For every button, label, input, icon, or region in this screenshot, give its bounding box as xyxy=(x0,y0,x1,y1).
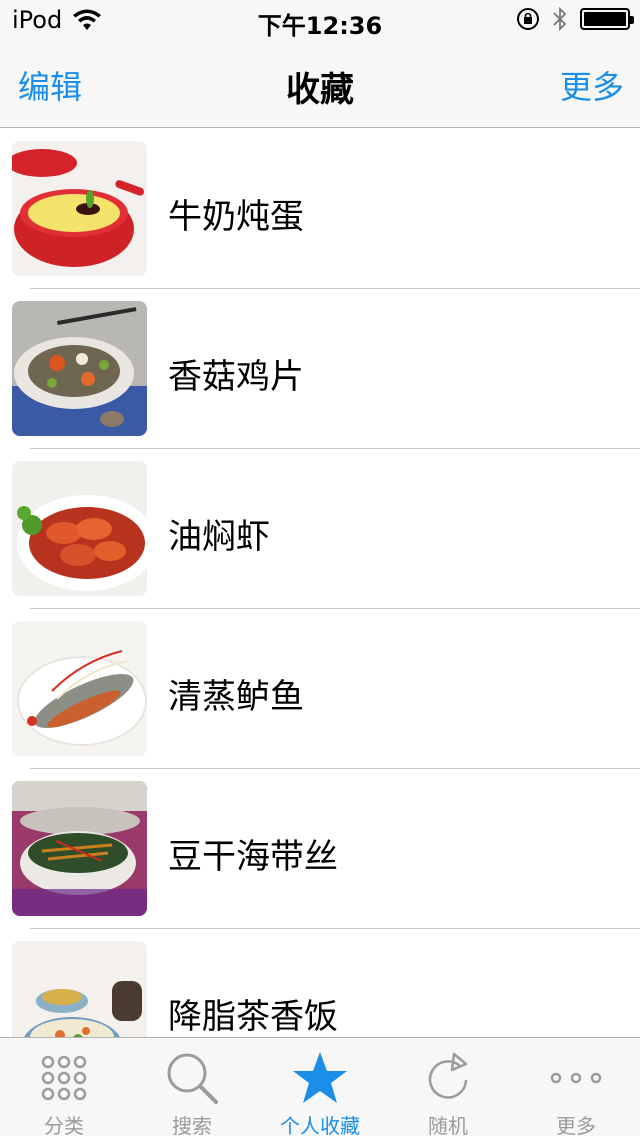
more-button[interactable]: 更多 xyxy=(560,62,624,108)
list-item[interactable]: 清蒸鲈鱼 xyxy=(0,609,640,769)
tab-label: 搜索 xyxy=(172,1114,212,1136)
tea-rice-photo xyxy=(12,941,147,1037)
steamed-milk-egg-photo xyxy=(12,141,147,276)
more-dots-icon xyxy=(550,1072,602,1084)
star-icon xyxy=(293,1052,347,1103)
steamed-bass-photo xyxy=(12,621,147,756)
recipe-name: 清蒸鲈鱼 xyxy=(168,677,304,717)
tofu-kelp-salad-photo xyxy=(12,781,147,916)
recipe-name: 降脂茶香饭 xyxy=(168,997,338,1037)
tab-more[interactable]: 更多 xyxy=(512,1038,640,1136)
list-item[interactable]: 油焖虾 xyxy=(0,449,640,609)
list-item[interactable]: 降脂茶香饭 xyxy=(0,929,640,1037)
refresh-icon xyxy=(428,1052,468,1099)
tab-categories[interactable]: 分类 xyxy=(0,1038,128,1136)
mushroom-chicken-photo xyxy=(12,301,147,436)
tab-bar: 分类 搜索 个人收藏 随机 更多 xyxy=(0,1037,640,1136)
list-item[interactable]: 豆干海带丝 xyxy=(0,769,640,929)
list-item[interactable]: 香菇鸡片 xyxy=(0,289,640,449)
recipe-name: 牛奶炖蛋 xyxy=(168,197,304,237)
recipe-name: 香菇鸡片 xyxy=(168,357,304,397)
navigation-bar: 编辑 收藏 更多 xyxy=(0,40,640,128)
status-right xyxy=(516,6,634,32)
orientation-lock-icon xyxy=(517,8,539,30)
tab-label: 随机 xyxy=(428,1114,468,1136)
tab-label: 分类 xyxy=(44,1114,84,1136)
list-item[interactable]: 牛奶炖蛋 xyxy=(0,129,640,289)
tab-search[interactable]: 搜索 xyxy=(128,1038,256,1136)
recipe-name: 豆干海带丝 xyxy=(168,837,338,877)
search-icon xyxy=(167,1053,218,1104)
tab-label: 个人收藏 xyxy=(280,1114,360,1136)
tab-favorites[interactable]: 个人收藏 xyxy=(256,1038,384,1136)
page-title: 收藏 xyxy=(286,70,354,110)
braised-shrimp-photo xyxy=(12,461,147,596)
grid-dots-icon xyxy=(41,1055,87,1101)
battery-icon xyxy=(580,8,634,30)
recipe-name: 油焖虾 xyxy=(168,517,270,557)
battery-level xyxy=(584,12,626,26)
edit-button[interactable]: 编辑 xyxy=(18,62,82,108)
tab-random[interactable]: 随机 xyxy=(384,1038,512,1136)
tab-label: 更多 xyxy=(556,1114,596,1136)
status-bar: iPod 下午12:36 xyxy=(0,0,640,40)
bluetooth-icon xyxy=(553,6,567,32)
favorites-list: 牛奶炖蛋 香菇鸡片 油焖虾 清蒸鲈鱼 豆干海带丝 降脂茶香饭 xyxy=(0,129,640,1037)
